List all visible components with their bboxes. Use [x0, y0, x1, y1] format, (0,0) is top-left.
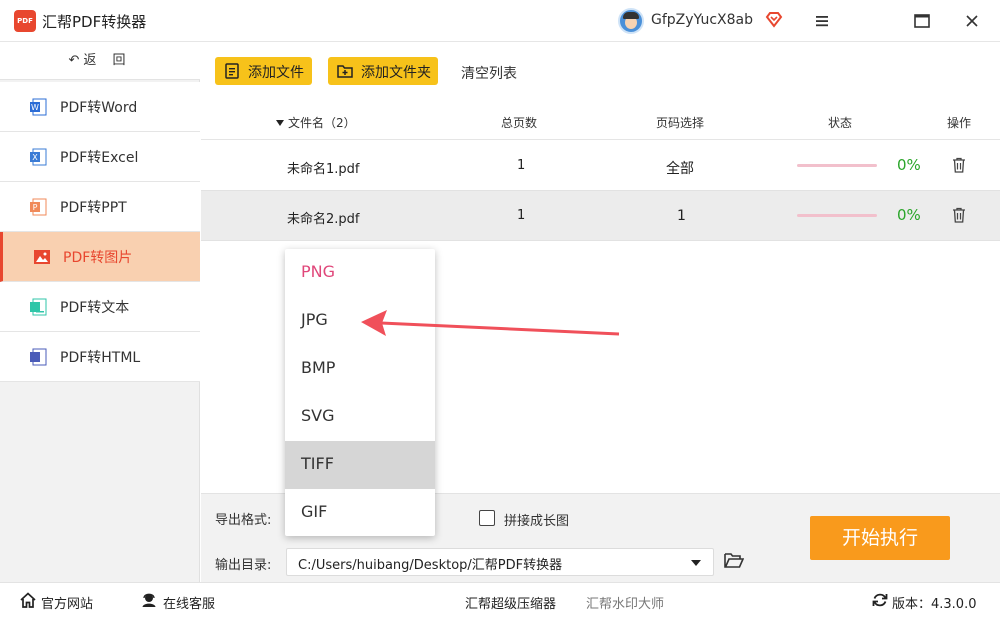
watermark-link[interactable]: 汇帮水印大师 — [586, 593, 664, 612]
folder-open-icon[interactable] — [724, 552, 744, 569]
add-file-icon — [225, 63, 239, 79]
menu-icon[interactable] — [810, 9, 834, 33]
sidebar-item-label: PDF转Excel — [60, 150, 139, 166]
format-option-tiff[interactable]: TIFF — [285, 441, 435, 489]
sidebar-item-label: PDF转图片 — [63, 250, 133, 266]
text-icon — [30, 298, 47, 316]
sidebar-item-pdf-to-text[interactable]: PDF转文本 — [0, 282, 200, 332]
user-avatar[interactable] — [618, 8, 644, 34]
row-progress-bar — [797, 164, 877, 167]
sort-down-icon — [276, 120, 284, 126]
row-progress-bar — [797, 214, 877, 217]
format-option-gif[interactable]: GIF — [285, 489, 435, 537]
start-button[interactable]: 开始执行 — [810, 516, 950, 560]
add-folder-button[interactable]: 添加文件夹 — [328, 57, 438, 85]
sidebar-item-pdf-to-ppt[interactable]: P PDF转PPT — [0, 182, 200, 232]
row-page-range[interactable]: 全部 — [666, 158, 694, 178]
delete-icon[interactable] — [952, 207, 966, 223]
app-title: 汇帮PDF转换器 — [42, 13, 147, 31]
output-dir-label: 输出目录: — [215, 558, 272, 573]
svg-text:P: P — [33, 203, 38, 212]
sidebar-item-pdf-to-image[interactable]: PDF转图片 — [0, 232, 200, 282]
format-option-bmp[interactable]: BMP — [285, 345, 435, 393]
sidebar-item-label: PDF转Word — [60, 100, 138, 116]
row-percent: 0% — [897, 156, 921, 174]
row-filename: 未命名2.pdf — [287, 212, 360, 227]
column-actions: 操作 — [947, 116, 972, 130]
refresh-icon[interactable] — [872, 592, 888, 608]
close-icon[interactable] — [960, 9, 984, 33]
app-window: PDF 汇帮PDF转换器 GfpZyYucX8ab ↶ 返 回 W PDF转Wor… — [0, 0, 1000, 617]
username[interactable]: GfpZyYucX8ab — [651, 12, 753, 28]
customer-service-icon — [142, 593, 156, 607]
clear-list-button[interactable]: 清空列表 — [461, 63, 517, 83]
chevron-down-icon[interactable] — [691, 560, 701, 566]
word-icon: W — [30, 98, 47, 116]
vip-diamond-icon[interactable] — [765, 10, 783, 28]
back-button[interactable]: ↶ 返 回 — [0, 42, 200, 80]
row-pages: 1 — [517, 158, 526, 173]
column-range: 页码选择 — [656, 116, 705, 130]
official-website-link[interactable]: 官方网站 — [41, 593, 93, 612]
add-folder-label: 添加文件夹 — [361, 65, 431, 81]
row-percent: 0% — [897, 206, 921, 224]
version-label: 版本：4.3.0.0 — [892, 597, 977, 612]
svg-text:W: W — [31, 103, 39, 112]
annotation-arrow-icon — [361, 310, 620, 336]
sidebar-item-pdf-to-excel[interactable]: X PDF转Excel — [0, 132, 200, 182]
format-option-svg[interactable]: SVG — [285, 393, 435, 441]
file-table-header: 文件名（2） 总页数 页码选择 状态 操作 — [201, 102, 1000, 140]
output-dir-value: C:/Users/huibang/Desktop/汇帮PDF转换器 — [298, 558, 563, 573]
stitch-long-image-checkbox[interactable] — [479, 510, 495, 526]
sidebar-item-label: PDF转文本 — [60, 300, 130, 316]
compressor-link[interactable]: 汇帮超级压缩器 — [465, 593, 556, 612]
back-arrow-icon: ↶ — [68, 53, 80, 68]
sidebar-item-pdf-to-html[interactable]: PDF转HTML — [0, 332, 200, 382]
ppt-icon: P — [30, 198, 47, 216]
output-dir-select[interactable]: C:/Users/huibang/Desktop/汇帮PDF转换器 — [286, 548, 714, 576]
delete-icon[interactable] — [952, 157, 966, 173]
stitch-long-image-label[interactable]: 拼接成长图 — [504, 510, 569, 529]
format-option-png[interactable]: PNG — [285, 249, 435, 297]
app-logo-icon: PDF — [14, 10, 36, 32]
column-pages: 总页数 — [501, 116, 538, 130]
svg-text:X: X — [32, 153, 38, 162]
add-folder-icon — [337, 65, 353, 78]
sidebar-item-label: PDF转PPT — [60, 200, 127, 216]
online-support-link[interactable]: 在线客服 — [163, 593, 215, 612]
row-filename: 未命名1.pdf — [287, 162, 360, 177]
excel-icon: X — [30, 148, 47, 166]
status-bar: 官方网站 在线客服 汇帮超级压缩器 汇帮水印大师 版本：4.3.0.0 — [0, 582, 1000, 617]
table-row[interactable]: 未命名1.pdf 1 全部 0% — [201, 141, 1000, 191]
column-filename[interactable]: 文件名（2） — [276, 114, 356, 131]
format-dropdown-menu: PNG JPG BMP SVG TIFF GIF — [285, 249, 435, 536]
row-pages: 1 — [517, 208, 526, 223]
html-icon — [30, 348, 47, 366]
back-label: 返 回 — [83, 53, 132, 68]
title-bar: PDF 汇帮PDF转换器 GfpZyYucX8ab — [0, 0, 1000, 42]
home-icon — [20, 592, 36, 608]
table-row[interactable]: 未命名2.pdf 1 1 0% — [201, 191, 1000, 241]
sidebar-item-pdf-to-word[interactable]: W PDF转Word — [0, 82, 200, 132]
add-file-label: 添加文件 — [248, 65, 304, 81]
add-file-button[interactable]: 添加文件 — [215, 57, 312, 85]
row-page-range[interactable]: 1 — [677, 208, 686, 224]
maximize-icon[interactable] — [910, 9, 934, 33]
sidebar-item-label: PDF转HTML — [60, 350, 141, 366]
image-icon — [34, 250, 50, 264]
column-status: 状态 — [828, 116, 853, 130]
export-format-label: 导出格式: — [215, 513, 272, 528]
